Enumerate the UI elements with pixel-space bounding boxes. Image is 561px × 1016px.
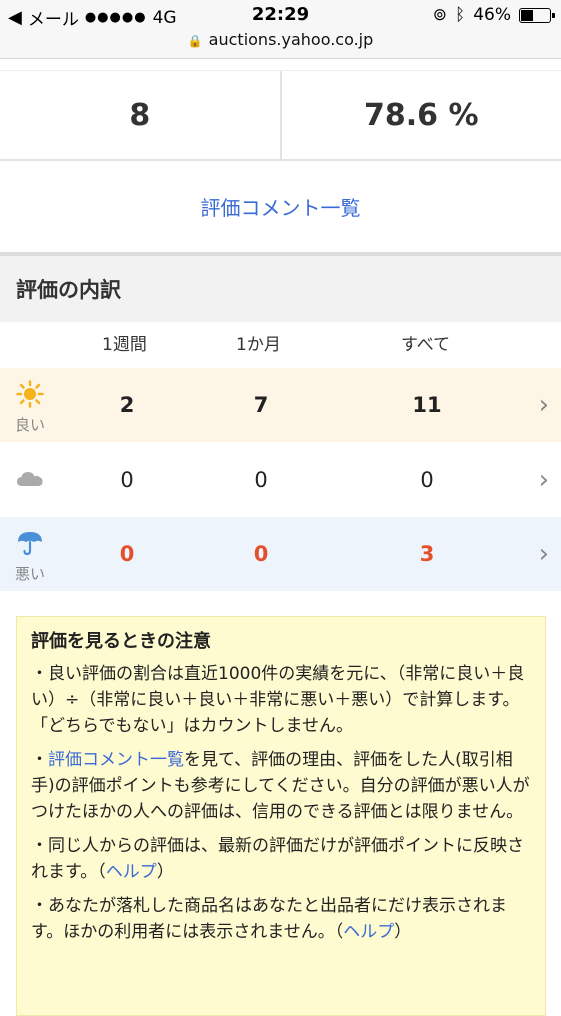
chevron-right-icon[interactable]: › xyxy=(539,443,549,517)
note-item-text: ・あなたが落札した商品名はあなたと出品者にだけ表示されます。ほかの利用者には表示… xyxy=(31,896,507,942)
notes-title: 評価を見るときの注意 xyxy=(31,627,531,653)
umbrella-icon xyxy=(16,529,44,557)
bad-label: 悪い xyxy=(6,563,54,584)
neutral-all-value: 0 xyxy=(397,443,457,517)
note-ratio: ・良い評価の割合は直近1000件の実績を元に、（非常に良い＋良い）÷（非常に良い… xyxy=(31,661,531,739)
bluetooth-icon: ᛒ xyxy=(455,5,465,25)
url-text: auctions.yahoo.co.jp xyxy=(209,30,374,49)
rating-row-neutral[interactable]: 0 0 0 › xyxy=(0,443,561,517)
notes-box: 評価を見るときの注意 ・良い評価の割合は直近1000件の実績を元に、（非常に良い… xyxy=(16,616,546,1016)
column-header-week: 1週間 xyxy=(102,322,147,368)
good-month-value: 7 xyxy=(231,368,291,442)
chevron-right-icon[interactable]: › xyxy=(539,368,549,442)
lock-icon: 🔒 xyxy=(188,34,203,48)
bad-month-value: 0 xyxy=(231,517,291,591)
neutral-month-value: 0 xyxy=(231,443,291,517)
note-bullet: ・ xyxy=(31,750,48,770)
stat-percent: 78.6 % xyxy=(280,71,561,159)
rotation-lock-icon: ⊚ xyxy=(433,5,447,25)
note-latest: ・同じ人からの評価は、最新の評価だけが評価ポイントに反映されます。（ヘルプ） xyxy=(31,833,531,885)
note-latest-end: ） xyxy=(157,862,174,882)
help-link[interactable]: ヘルプ xyxy=(106,862,157,882)
battery-icon xyxy=(519,8,551,23)
section-title: 評価の内訳 xyxy=(16,274,121,304)
column-header-month: 1か月 xyxy=(236,322,281,368)
neutral-icon-group xyxy=(6,469,54,493)
bad-week-value: 0 xyxy=(97,517,157,591)
url-bar[interactable]: 🔒 auctions.yahoo.co.jp xyxy=(0,30,561,59)
battery-percent: 46% xyxy=(473,5,511,25)
good-icon-group: 良い xyxy=(6,380,54,435)
bad-all-value: 3 xyxy=(397,517,457,591)
note-item-end: ） xyxy=(394,922,411,942)
good-label: 良い xyxy=(6,414,54,435)
stats-row: 8 78.6 % xyxy=(0,70,561,161)
good-week-value: 2 xyxy=(97,368,157,442)
note-comments: ・評価コメント一覧を見て、評価の理由、評価をした人(取引相手)の評価ポイントも参… xyxy=(31,747,531,825)
status-bar: ◀ メール ●●●●● 4G 22:29 ⊚ ᛒ 46% xyxy=(0,0,561,30)
breakdown-header: 評価の内訳 xyxy=(0,256,561,322)
stat-count: 8 xyxy=(0,71,280,159)
good-all-value: 11 xyxy=(397,368,457,442)
cloud-icon xyxy=(16,469,44,489)
rating-row-good[interactable]: 良い 2 7 11 › xyxy=(0,368,561,442)
chevron-right-icon[interactable]: › xyxy=(539,517,549,591)
note-comments-link[interactable]: 評価コメント一覧 xyxy=(48,750,184,770)
sun-icon xyxy=(16,380,44,408)
column-header-all: すべて xyxy=(401,322,450,368)
comments-list-link[interactable]: 評価コメント一覧 xyxy=(201,192,361,221)
help-link[interactable]: ヘルプ xyxy=(343,922,394,942)
bad-icon-group: 悪い xyxy=(6,529,54,584)
comments-link-section: 評価コメント一覧 xyxy=(0,160,561,256)
rating-row-bad[interactable]: 悪い 0 0 3 › xyxy=(0,517,561,591)
note-item-name: ・あなたが落札した商品名はあなたと出品者にだけ表示されます。ほかの利用者には表示… xyxy=(31,893,531,945)
neutral-week-value: 0 xyxy=(97,443,157,517)
